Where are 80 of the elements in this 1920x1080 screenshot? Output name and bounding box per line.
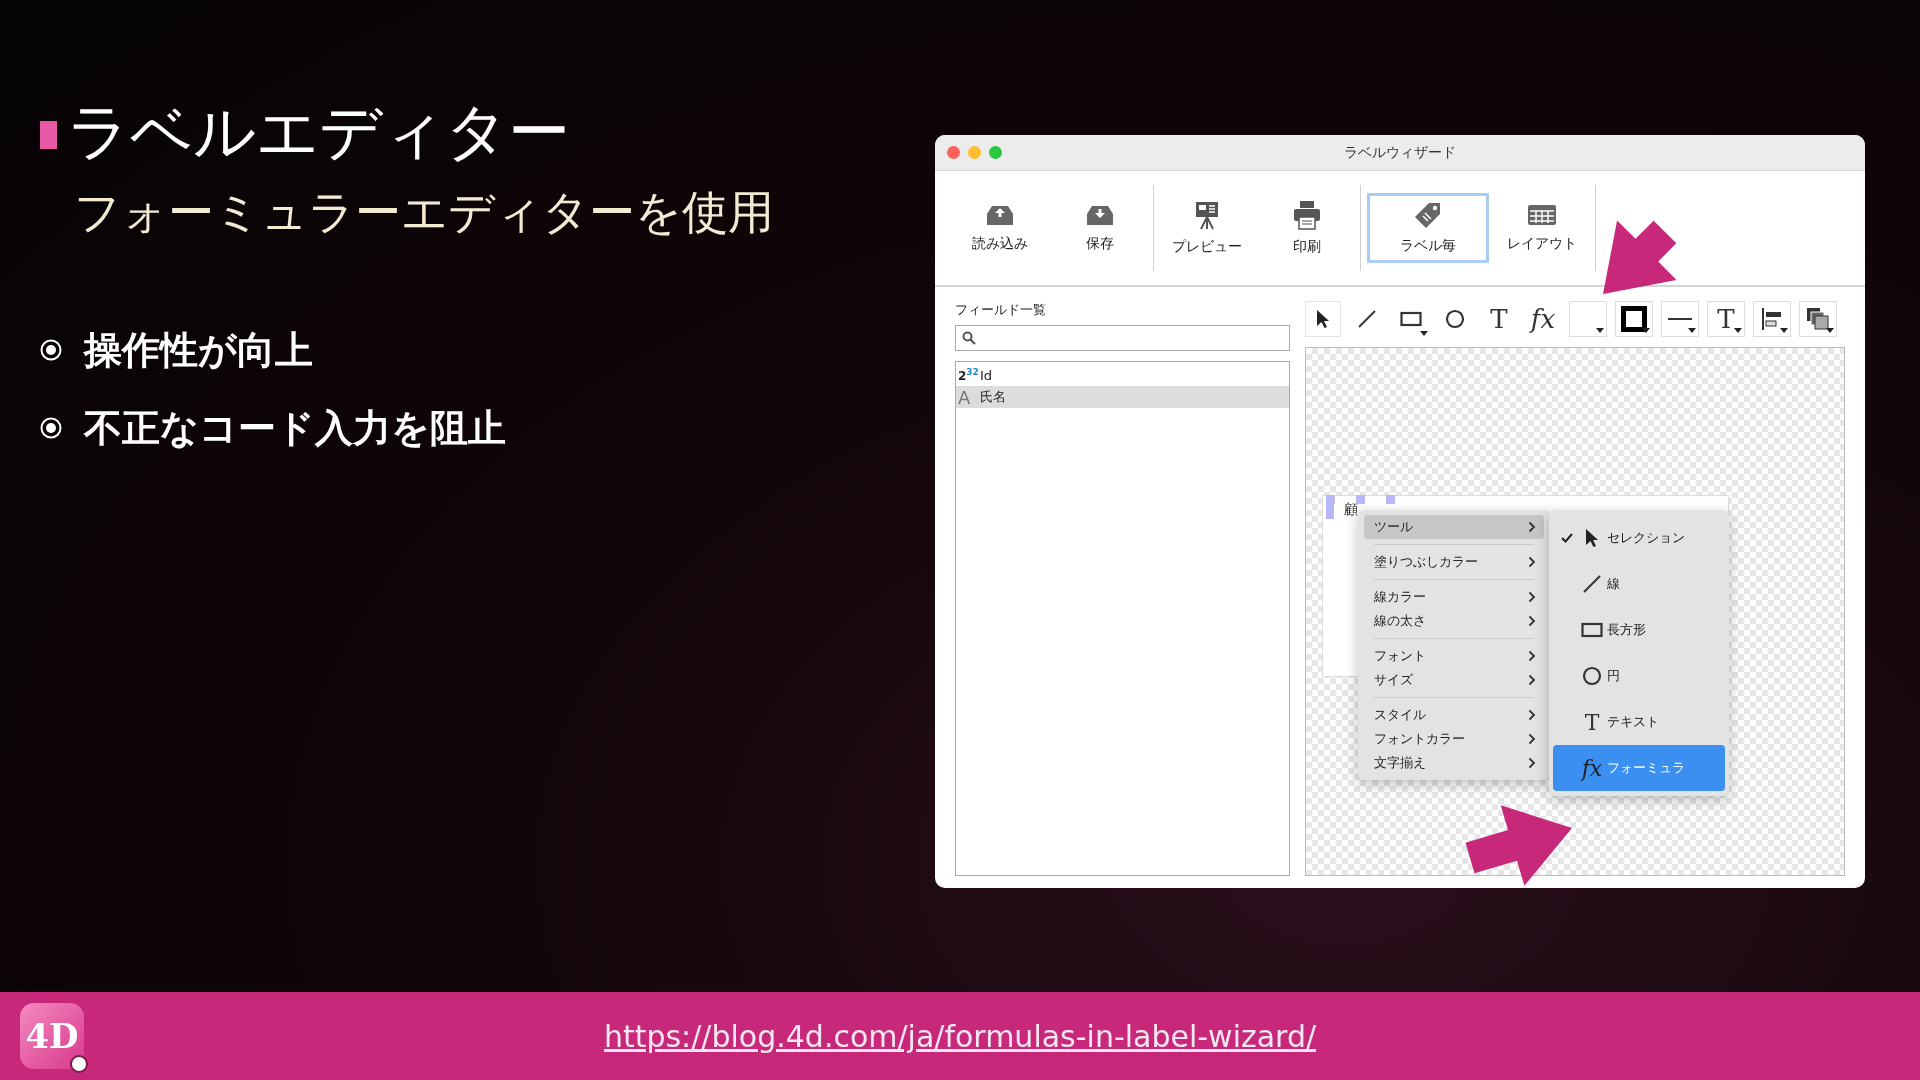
pointer-tool-button[interactable] [1305,301,1341,337]
chevron-icon [1528,733,1536,745]
printer-icon [1293,200,1321,230]
align-tool-button[interactable] [1753,301,1791,337]
caret-icon [1688,328,1696,333]
easel-icon [1194,200,1220,230]
bullet-text: 操作性が向上 [84,327,313,374]
line-icon [1582,574,1602,594]
print-button[interactable]: 印刷 [1260,196,1354,260]
menu-item[interactable]: フォントカラー [1364,727,1544,751]
chevron-icon [1528,674,1536,686]
search-icon [962,331,976,345]
align-left-icon [1761,307,1783,331]
chevron-icon [1528,650,1536,662]
chevron-icon [1528,591,1536,603]
formula-tool-icon: fx [1577,755,1607,781]
chevron-icon [1528,521,1536,533]
text-type-label: A [958,386,972,408]
chevron-icon [1528,615,1536,627]
menu-item[interactable]: 塗りつぶしカラー [1364,550,1544,574]
url-link[interactable]: https://blog.4d.com/ja/formulas-in-label-wizard/ [603,1018,1317,1054]
chevron-icon [1528,556,1536,568]
menu-item[interactable]: ツール [1364,515,1544,539]
caret-icon [1420,331,1428,336]
menu-item[interactable]: フォント [1364,644,1544,668]
pointer-icon [1315,309,1331,329]
caret-icon [1780,328,1788,333]
label-text: 顧 [1344,501,1358,519]
close-button[interactable] [947,146,960,159]
horizontal-line-icon [1668,316,1692,322]
layout-button[interactable]: レイアウト [1495,196,1589,260]
text-style-tool-button[interactable]: T [1707,301,1745,337]
rectangle-icon [1581,622,1603,638]
menu-item[interactable]: サイズ [1364,668,1544,692]
line-icon [1357,309,1377,329]
label-button[interactable]: ラベル毎 [1367,193,1489,263]
search-field[interactable] [955,325,1290,351]
submenu-item[interactable]: 円 [1553,653,1725,699]
chevron-icon [1528,709,1536,721]
arrange-tool-button[interactable] [1799,301,1837,337]
slide-subtitle: フォーミュラーエディターを使用 [74,184,775,241]
text-tool-icon: T [1577,709,1607,735]
chevron-icon [1528,757,1536,769]
field-list-item[interactable]: 2$^{32}$ Id [956,364,1289,386]
tray-download-icon [1085,203,1115,227]
import-button[interactable]: 読み込み [953,196,1047,260]
circle-icon [1582,666,1602,686]
menu-item[interactable]: 線の太さ [1364,609,1544,633]
caret-icon [1642,328,1650,333]
stacked-layers-icon [1806,307,1830,331]
bullet-icon [40,417,62,439]
window-title: ラベルウィザード [1344,143,1456,162]
submenu-item[interactable]: 線 [1553,561,1725,607]
tag-icon [1414,201,1442,229]
stroke-tool-button[interactable] [1615,301,1653,337]
title-marker [40,121,57,149]
caret-icon [1596,328,1604,333]
preview-button[interactable]: プレビュー [1160,196,1254,260]
thick-square-icon [1621,306,1647,332]
rectangle-icon [1400,311,1422,327]
table-grid-icon [1527,203,1557,227]
bullet-text: 不正なコード入力を阻止 [84,405,506,452]
caret-icon [1826,328,1834,333]
submenu-item[interactable]: T テキスト [1553,699,1725,745]
pointer-icon [1584,528,1600,548]
caret-icon [1734,328,1742,333]
panel-title: フィールド一覧 [955,301,1047,319]
field-list-item[interactable]: A 氏名 [956,386,1289,408]
line-style-tool-button[interactable] [1661,301,1699,337]
bullet-icon [40,339,62,361]
submenu-item[interactable]: 長方形 [1553,607,1725,653]
menu-item[interactable]: 線カラー [1364,585,1544,609]
menu-item[interactable]: スタイル [1364,703,1544,727]
save-button[interactable]: 保存 [1053,196,1147,260]
slide-title: ラベルエディター [67,94,570,170]
menu-item[interactable]: 文字揃え [1364,751,1544,775]
tray-upload-icon [985,203,1015,227]
submenu-item[interactable]: セレクション [1553,515,1725,561]
circle-icon [1445,309,1465,329]
submenu-item[interactable]: fx フォーミュラ [1553,745,1725,791]
